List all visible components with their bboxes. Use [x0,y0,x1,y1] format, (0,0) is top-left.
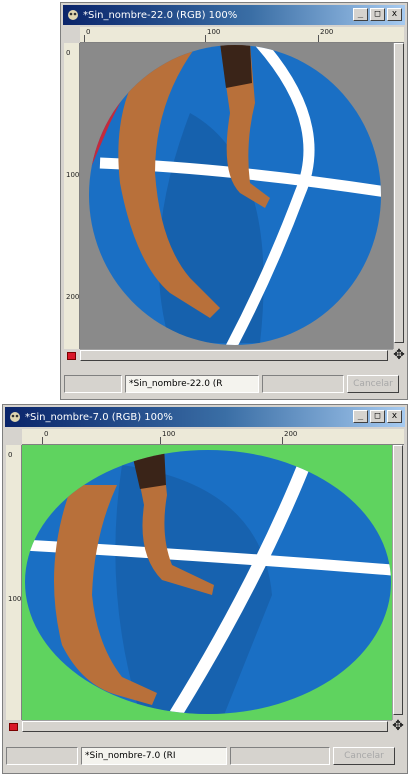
ruler-corner [6,429,22,445]
horizontal-scroll-thumb[interactable] [80,350,388,361]
image-canvas[interactable] [80,43,393,349]
gimp-app-icon[interactable] [66,8,80,22]
ruler-label: 0 [44,430,49,438]
quick-mask-icon [8,722,18,731]
ruler-label: 100 [207,28,221,36]
window-title: *Sin_nombre-22.0 (RGB) 100% [83,9,238,21]
horizontal-ruler[interactable]: 0 100 200 [22,429,404,445]
image-name-field: *Sin_nombre-7.0 (RI [81,747,227,765]
ruler-label: 200 [66,293,80,301]
window-title: *Sin_nombre-7.0 (RGB) 100% [25,411,173,423]
ruler-label: 100 [66,171,80,179]
minimize-button[interactable]: _ [353,410,368,423]
ruler-label: 200 [320,28,334,36]
ruler-label: 200 [284,430,298,438]
vertical-ruler[interactable]: 0 100 200 [64,43,80,349]
quick-mask-toggle[interactable] [65,350,77,361]
vertical-scrollbar[interactable] [392,445,403,720]
navigate-icon[interactable]: ✥ [391,719,405,733]
maximize-button[interactable]: □ [370,8,385,21]
image-name-field: *Sin_nombre-22.0 (R [125,375,259,393]
image-window-2: *Sin_nombre-7.0 (RGB) 100% _ □ x 0 100 2… [2,404,408,774]
close-button[interactable]: x [387,8,402,21]
image-canvas[interactable] [22,445,392,720]
horizontal-scroll-thumb[interactable] [22,721,388,732]
navigate-icon[interactable]: ✥ [392,348,406,362]
pointer-coords-field [6,747,78,765]
cancel-button[interactable]: Cancelar [347,375,399,393]
image-content [80,43,393,349]
maximize-button[interactable]: □ [370,410,385,423]
minimize-button[interactable]: _ [353,8,368,21]
pointer-coords-field [64,375,122,393]
vertical-scroll-thumb[interactable] [393,445,403,715]
image-content [22,445,392,720]
vertical-scroll-thumb[interactable] [394,43,404,343]
ruler-label: 100 [8,595,22,603]
ruler-label: 0 [8,451,13,459]
gimp-app-icon[interactable] [8,410,22,424]
ruler-label: 100 [162,430,176,438]
title-bar[interactable]: *Sin_nombre-7.0 (RGB) 100% _ □ x [5,407,405,427]
horizontal-scrollbar[interactable] [80,349,393,361]
close-button[interactable]: x [387,410,402,423]
status-message-field [262,375,344,393]
vertical-ruler[interactable]: 0 100 [6,445,22,720]
status-message-field [230,747,330,765]
horizontal-ruler[interactable]: 0 100 200 [80,27,404,43]
ruler-label: 0 [86,28,91,36]
horizontal-scrollbar[interactable] [22,720,392,732]
ruler-label: 0 [66,49,71,57]
cancel-button[interactable]: Cancelar [333,747,395,765]
ruler-corner [64,27,80,43]
quick-mask-icon [66,351,76,360]
image-window-1: *Sin_nombre-22.0 (RGB) 100% _ □ x 0 100 … [60,2,408,400]
quick-mask-toggle[interactable] [7,721,19,732]
title-bar[interactable]: *Sin_nombre-22.0 (RGB) 100% _ □ x [63,5,405,25]
vertical-scrollbar[interactable] [393,43,404,349]
